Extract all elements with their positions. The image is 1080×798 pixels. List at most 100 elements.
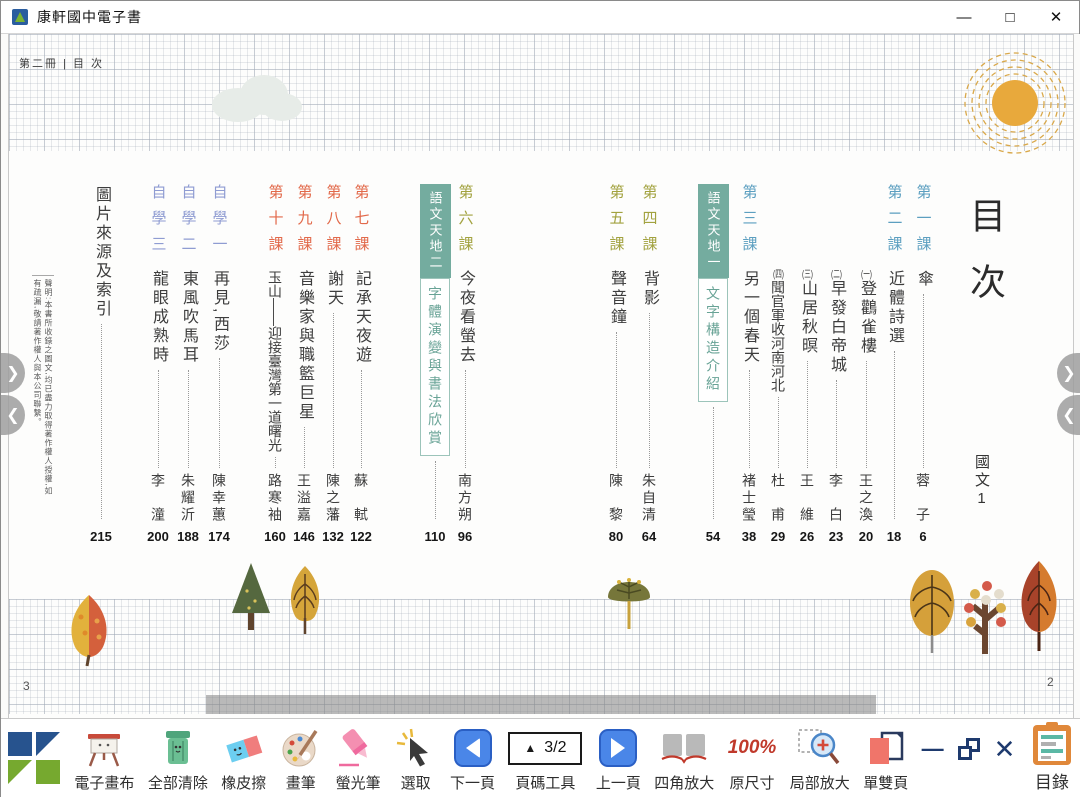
- page-number-box[interactable]: 3/2: [508, 732, 582, 765]
- dotted-leader: [219, 358, 220, 468]
- lesson-page-number: 18: [887, 529, 901, 544]
- grid-band-top: [9, 34, 1073, 151]
- dotted-leader: [807, 361, 808, 468]
- page-marker-icon: [524, 739, 536, 757]
- kangxuan-logo-icon: [7, 731, 61, 785]
- lesson-author: 李 潼: [148, 473, 168, 524]
- close-button[interactable]: ✕: [1033, 1, 1079, 33]
- left-page-number: 3: [23, 679, 30, 693]
- toc-language-world-1[interactable]: 語文天地一 文字構造介紹 54: [698, 184, 728, 544]
- right-edge-back-button[interactable]: [1057, 395, 1080, 435]
- next-page-button[interactable]: 下一頁: [450, 725, 495, 793]
- toc-lesson-8[interactable]: 第八課 謝天 陳之藩 132: [318, 184, 348, 544]
- lesson-author: 李 白: [826, 473, 846, 524]
- toolbar-close-icon[interactable]: ✕: [994, 734, 1016, 765]
- dotted-leader: [866, 361, 867, 468]
- menu-button[interactable]: 目錄: [1029, 721, 1075, 793]
- berry-tree-illustration: [961, 576, 1011, 658]
- lesson-page-number: 200: [147, 529, 169, 544]
- toolbar-label: 局部放大: [790, 772, 850, 793]
- app-logo-icon: [11, 8, 29, 26]
- language-world-badge: 語文天地二: [420, 184, 451, 278]
- toc-poem-4[interactable]: (四)聞官軍收河南河北 杜 甫 29: [763, 184, 793, 544]
- lesson-label: 自學二: [178, 184, 199, 268]
- window-titlebar: 康軒國中電子書 — □ ✕: [1, 1, 1079, 34]
- lesson-page-number: 215: [90, 529, 112, 544]
- lesson-page-number: 146: [293, 529, 315, 544]
- lesson-title: 音樂家與職籃巨星: [292, 270, 316, 422]
- original-size-button[interactable]: 100% 原尺寸: [728, 725, 777, 793]
- cloud-illustration: [206, 67, 306, 125]
- page-mode-button[interactable]: 單雙頁: [863, 725, 908, 793]
- toc-language-world-2[interactable]: 語文天地二 字體演變與書法欣賞 110: [420, 184, 450, 544]
- lesson-page-number: 64: [642, 529, 656, 544]
- dotted-leader: [304, 427, 305, 468]
- toc-self-study-2[interactable]: 自學二 東風吹馬耳 朱耀沂 188: [173, 184, 203, 544]
- left-edge-forward-button[interactable]: [1, 353, 25, 393]
- lesson-author: 王之渙: [856, 473, 876, 524]
- toc-lesson-5[interactable]: 第五課 聲音鐘 陳 黎 80: [601, 184, 631, 544]
- lesson-label: 第七課: [351, 184, 372, 268]
- lesson-author: 陳 黎: [606, 473, 626, 524]
- lesson-author: 陳之藩: [323, 473, 343, 524]
- dotted-leader: [616, 332, 617, 468]
- lesson-title: 東風吹馬耳: [176, 270, 200, 365]
- page-tool[interactable]: 3/2 頁碼工具: [508, 725, 582, 793]
- lesson-page-number: 38: [742, 529, 756, 544]
- toolbar-label: 原尺寸: [730, 772, 775, 793]
- lesson-label: 自學三: [148, 184, 169, 268]
- toolbar-label: 橡皮擦: [221, 772, 266, 793]
- toolbar-minimize-icon[interactable]: —: [922, 736, 944, 762]
- lesson-title: 傘: [911, 270, 935, 289]
- toc-self-study-3[interactable]: 自學三 龍眼成熟時 李 潼 200: [143, 184, 173, 544]
- toc-image-credits[interactable]: 圖片來源及索引 215: [86, 184, 116, 544]
- right-edge-forward-button[interactable]: [1057, 353, 1080, 393]
- lesson-author: 蘇 軾: [351, 473, 371, 524]
- canvas-button[interactable]: 電子畫布: [74, 725, 134, 793]
- clear-all-button[interactable]: 全部清除: [148, 725, 208, 793]
- lesson-title: (二)早發白帝城: [824, 270, 848, 375]
- toc-lesson-6[interactable]: 第六課 今夜看螢去 南方朔 96: [450, 184, 480, 544]
- dotted-leader: [435, 461, 436, 519]
- lesson-label: 第六課: [455, 184, 476, 268]
- lesson-title: 背影: [637, 270, 661, 308]
- toolbar-label: 全部清除: [148, 772, 208, 793]
- horizontal-scrollbar-thumb[interactable]: [206, 695, 876, 714]
- toc-lesson-1[interactable]: 第一課 傘 蓉 子 6: [908, 184, 938, 544]
- lesson-page-number: 23: [829, 529, 843, 544]
- maximize-button[interactable]: □: [987, 1, 1033, 33]
- toolbar-restore-icon[interactable]: [958, 738, 980, 760]
- toc-lesson-4[interactable]: 第四課 背影 朱自清 64: [634, 184, 664, 544]
- toc-lesson-3[interactable]: 第三課 另一個春天 褚士瑩 38: [734, 184, 764, 544]
- toc-poem-1[interactable]: (一)登鸛雀樓 王之渙 20: [851, 184, 881, 544]
- select-button[interactable]: 選取: [395, 725, 437, 793]
- toolbar-label: 單雙頁: [863, 772, 908, 793]
- toc-lesson-9[interactable]: 第九課 音樂家與職籃巨星 王溢嘉 146: [289, 184, 319, 544]
- lesson-title: 另一個春天: [737, 270, 761, 365]
- partial-zoom-button[interactable]: 局部放大: [790, 725, 850, 793]
- toc-poem-3[interactable]: (三)山居秋暝 王 維 26: [792, 184, 822, 544]
- page-back-arrow-icon: [454, 729, 492, 767]
- window-title: 康軒國中電子書: [37, 7, 142, 27]
- toc-poem-2[interactable]: (二)早發白帝城 李 白 23: [821, 184, 851, 544]
- language-world-title: 字體演變與書法欣賞: [420, 278, 450, 456]
- lesson-title: 謝天: [321, 270, 345, 308]
- prev-page-button[interactable]: 上一頁: [596, 725, 641, 793]
- toc-self-study-1[interactable]: 自學一 再見,西莎 陳幸蕙 174: [204, 184, 234, 544]
- lesson-title: 龍眼成熟時: [146, 270, 170, 365]
- toc-lesson-10[interactable]: 第十課 玉山——迎接臺灣第一道曙光 路寒袖 160: [260, 184, 290, 544]
- left-edge-back-button[interactable]: [1, 395, 25, 435]
- highlighter-button[interactable]: 螢光筆: [335, 725, 381, 793]
- toolbar-label: 下一頁: [450, 772, 495, 793]
- lesson-page-number: 96: [458, 529, 472, 544]
- corner-zoom-button[interactable]: 四角放大: [654, 725, 714, 793]
- lesson-page-number: 110: [425, 529, 446, 544]
- toc-lesson-7[interactable]: 第七課 記承天夜遊 蘇 軾 122: [346, 184, 376, 544]
- brush-button[interactable]: 畫筆: [280, 725, 322, 793]
- toolbar-label: 頁碼工具: [515, 772, 575, 793]
- toc-lesson-2[interactable]: 第二課 近體詩選 18: [879, 184, 909, 544]
- minimize-button[interactable]: —: [941, 1, 987, 33]
- eraser-button[interactable]: 橡皮擦: [221, 725, 266, 793]
- dotted-leader: [923, 294, 924, 468]
- lesson-title: (四)聞官軍收河南河北: [768, 270, 788, 392]
